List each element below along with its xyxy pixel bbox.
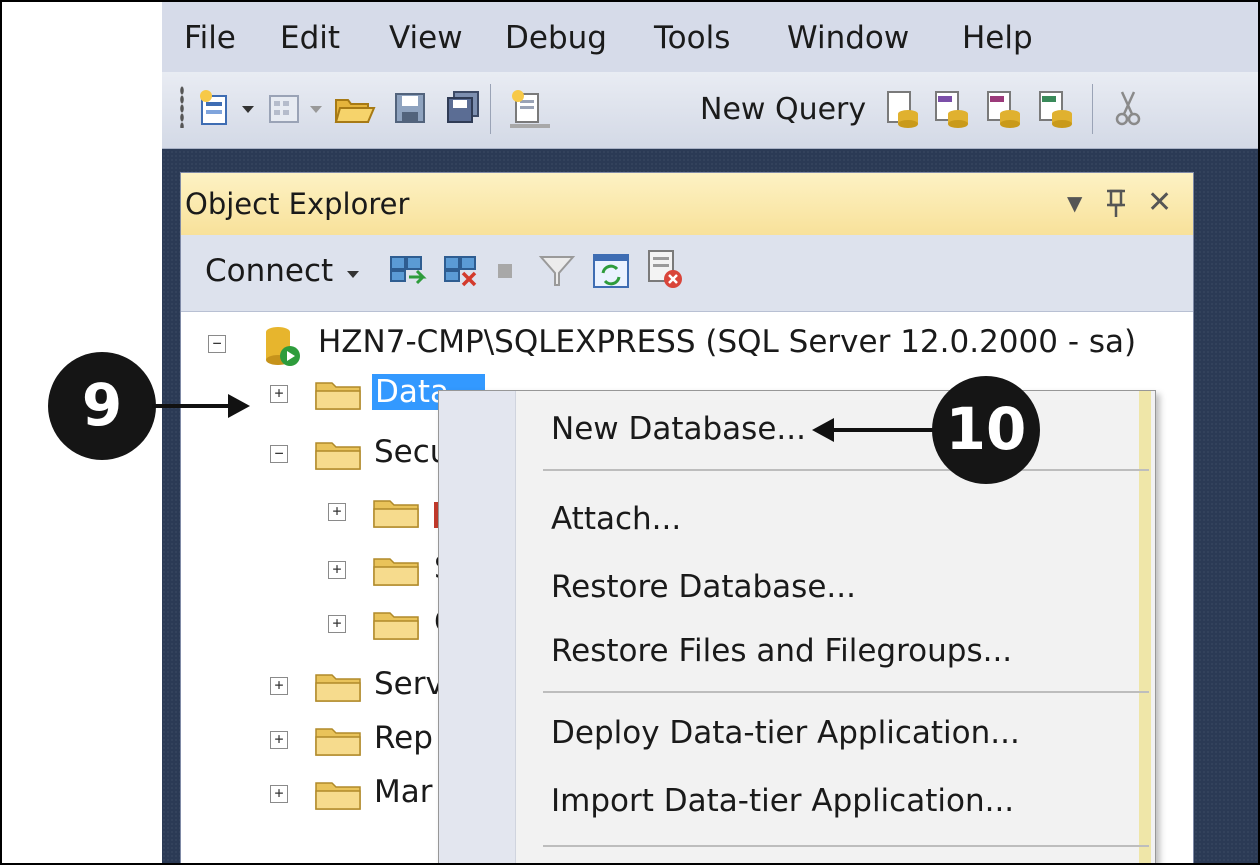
replication-node-label: Rep	[374, 720, 433, 756]
stop-icon[interactable]	[495, 261, 515, 285]
menu-item-restore-database[interactable]: Restore Database...	[551, 569, 856, 605]
menu-edit[interactable]: Edit	[280, 20, 340, 56]
menu-separator	[543, 469, 1149, 471]
arrow-right-icon	[228, 394, 250, 418]
folder-icon	[372, 555, 420, 591]
menu-bar: File Edit View Debug Tools Window Help	[162, 2, 1258, 72]
toolbar-separator	[490, 84, 491, 134]
management-node-label: Mar	[374, 774, 433, 810]
filter-icon[interactable]	[537, 251, 577, 295]
open-file-icon[interactable]	[332, 88, 376, 132]
folder-icon	[372, 609, 420, 645]
menu-separator	[543, 691, 1149, 693]
menu-separator	[543, 845, 1149, 847]
chevron-down-icon[interactable]	[310, 106, 322, 113]
expand-icon[interactable]: +	[270, 731, 288, 749]
cut-icon[interactable]	[1108, 88, 1148, 132]
standard-toolbar: New Query	[162, 72, 1258, 149]
tree-row-management[interactable]: + Mar	[266, 774, 466, 818]
folder-icon	[314, 779, 362, 815]
server-objects-node-label: Serv	[374, 666, 444, 702]
folder-icon	[314, 439, 362, 475]
server-icon	[260, 324, 304, 372]
expand-icon[interactable]: +	[270, 785, 288, 803]
screenshot-frame: File Edit View Debug Tools Window Help N…	[0, 0, 1260, 865]
expand-icon[interactable]: +	[270, 385, 288, 403]
new-project-icon[interactable]	[196, 88, 236, 132]
folder-icon	[314, 671, 362, 707]
object-explorer-title: Object Explorer	[185, 187, 410, 221]
toolbar-grip[interactable]	[180, 86, 184, 128]
menu-file[interactable]: File	[184, 20, 236, 56]
tree-row-security[interactable]: − Secu	[266, 434, 466, 478]
toolbar-separator	[1092, 84, 1093, 134]
arrow-10-shaft	[832, 428, 936, 432]
folder-icon	[314, 379, 362, 415]
step-callout-9: 9	[48, 352, 156, 460]
disconnect-icon[interactable]	[441, 251, 481, 295]
connect-icon[interactable]	[387, 251, 427, 295]
expand-icon[interactable]: +	[328, 503, 346, 521]
activity-monitor-icon[interactable]	[643, 247, 687, 295]
folder-icon	[314, 725, 362, 761]
chevron-down-icon[interactable]	[347, 271, 359, 278]
menu-item-attach[interactable]: Attach...	[551, 501, 681, 537]
refresh-icon[interactable]	[591, 251, 631, 295]
step-callout-10: 10	[932, 376, 1040, 484]
menu-item-restore-files-filegroups[interactable]: Restore Files and Filegroups...	[551, 633, 1012, 669]
collapse-icon[interactable]: −	[208, 335, 226, 353]
menu-help[interactable]: Help	[962, 20, 1033, 56]
collapse-icon[interactable]: −	[270, 445, 288, 463]
menu-view[interactable]: View	[389, 20, 463, 56]
menu-item-import-data-tier[interactable]: Import Data-tier Application...	[551, 783, 1014, 819]
expand-icon[interactable]: +	[328, 615, 346, 633]
object-explorer-title-bar: Object Explorer ▼ ✕	[181, 173, 1193, 236]
database-engine-query-icon[interactable]	[882, 88, 922, 132]
add-item-icon[interactable]	[264, 88, 304, 132]
dmx-query-icon[interactable]	[984, 88, 1024, 132]
arrow-left-icon	[812, 418, 834, 442]
menu-window[interactable]: Window	[787, 20, 909, 56]
context-menu-icon-gutter	[439, 391, 516, 863]
databases-context-menu: New Database... Attach... Restore Databa…	[438, 390, 1156, 863]
tree-row-server-objects[interactable]: + Serv	[266, 666, 466, 710]
chevron-down-icon[interactable]	[242, 106, 254, 113]
close-icon[interactable]: ✕	[1147, 185, 1172, 220]
expand-icon[interactable]: +	[270, 677, 288, 695]
tree-row-replication[interactable]: + Rep	[266, 720, 466, 764]
menu-item-deploy-data-tier[interactable]: Deploy Data-tier Application...	[551, 715, 1020, 751]
object-explorer-toolbar: Connect	[181, 235, 1193, 312]
expand-icon[interactable]: +	[328, 561, 346, 579]
menu-tools[interactable]: Tools	[654, 20, 730, 56]
window-position-dropdown-icon[interactable]: ▼	[1067, 191, 1082, 215]
server-node-label: HZN7-CMP\SQLEXPRESS (SQL Server 12.0.200…	[318, 324, 1137, 360]
arrow-9-shaft	[152, 404, 232, 408]
save-icon[interactable]	[390, 88, 430, 132]
menu-item-new-database[interactable]: New Database...	[551, 411, 806, 447]
tree-row-server[interactable]: − HZN7-CMP\SQLEXPRESS (SQL Server 12.0.2…	[208, 324, 1188, 368]
connect-button[interactable]: Connect	[205, 253, 333, 289]
save-all-icon[interactable]	[442, 88, 482, 132]
folder-icon	[372, 497, 420, 533]
mdx-query-icon[interactable]	[932, 88, 972, 132]
new-query-icon[interactable]	[506, 88, 554, 136]
menu-debug[interactable]: Debug	[505, 20, 607, 56]
new-query-button[interactable]: New Query	[700, 92, 866, 127]
context-menu-edge	[1139, 391, 1151, 863]
pin-icon[interactable]	[1103, 183, 1129, 227]
xmla-query-icon[interactable]	[1036, 88, 1076, 132]
